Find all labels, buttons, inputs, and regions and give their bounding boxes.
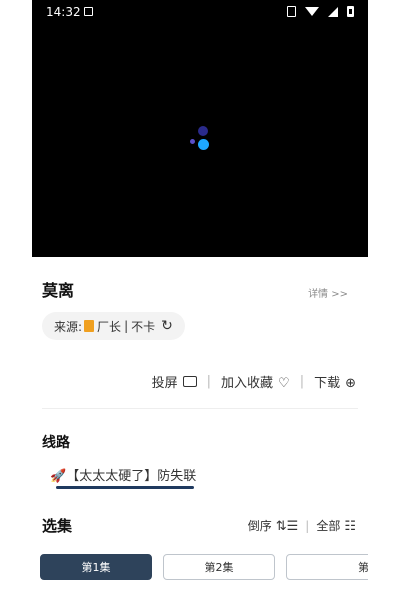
section-divider bbox=[42, 408, 358, 409]
source-separator: | bbox=[124, 319, 129, 333]
episodes-heading: 选集 bbox=[42, 517, 73, 535]
notification-icon bbox=[84, 7, 93, 16]
favorite-button[interactable]: 加入收藏 ♡ bbox=[221, 372, 290, 391]
wifi-icon bbox=[305, 7, 319, 16]
download-label: 下载 bbox=[314, 376, 341, 391]
cast-button[interactable]: 投屏 bbox=[152, 372, 197, 391]
video-player[interactable]: 14:32 bbox=[32, 0, 368, 257]
action-bar: 投屏 | 加入收藏 ♡ | 下载 ⊕ bbox=[152, 372, 356, 391]
route-item-label: 【太太太硬了】防失联 bbox=[66, 469, 197, 484]
source-name: 厂长 bbox=[97, 319, 122, 334]
rocket-icon: 🚀 bbox=[50, 469, 67, 484]
phone-screen: 14:32 莫离 详情 >> 来源: 厂长 | 不卡 ↻ 投屏 | 加入收藏 ♡… bbox=[32, 0, 368, 600]
all-episodes-button[interactable]: 全部 ☷ bbox=[316, 517, 356, 534]
status-bar: 14:32 bbox=[32, 0, 368, 24]
heart-icon: ♡ bbox=[278, 376, 290, 391]
cast-icon bbox=[182, 376, 197, 387]
divider-bar: | bbox=[305, 518, 310, 533]
source-prefix: 来源: bbox=[54, 319, 83, 334]
status-icons bbox=[287, 6, 354, 17]
sort-button[interactable]: 倒序 ⇅☰ bbox=[248, 517, 299, 534]
status-time: 14:32 bbox=[46, 5, 81, 19]
detail-link[interactable]: 详情 >> bbox=[308, 285, 348, 300]
download-button[interactable]: 下载 ⊕ bbox=[314, 372, 356, 391]
refresh-icon[interactable]: ↻ bbox=[161, 318, 173, 334]
episode-button[interactable]: 第3集 bbox=[286, 554, 368, 580]
battery-icon bbox=[347, 6, 354, 17]
episode-button[interactable]: 第2集 bbox=[163, 554, 275, 580]
favorite-label: 加入收藏 bbox=[221, 376, 274, 391]
list-icon: ☷ bbox=[344, 519, 356, 534]
route-selected-indicator bbox=[56, 486, 194, 489]
source-speed: 不卡 bbox=[131, 319, 156, 334]
divider-bar: | bbox=[299, 374, 305, 389]
episode-button[interactable]: 第1集 bbox=[40, 554, 152, 580]
signal-icon bbox=[328, 6, 338, 17]
download-icon: ⊕ bbox=[345, 376, 356, 391]
screen-icon bbox=[287, 6, 296, 17]
show-title: 莫离 bbox=[42, 281, 75, 300]
sort-label: 倒序 bbox=[247, 519, 272, 533]
all-label: 全部 bbox=[316, 519, 341, 533]
route-item[interactable]: 🚀【太太太硬了】防失联 bbox=[50, 465, 196, 484]
episode-list: 第1集 第2集 第3集 bbox=[40, 554, 368, 580]
route-heading: 线路 bbox=[42, 435, 70, 451]
cast-label: 投屏 bbox=[151, 376, 178, 391]
loading-spinner-icon bbox=[190, 126, 218, 154]
source-selector[interactable]: 来源: 厂长 | 不卡 ↻ bbox=[42, 312, 185, 340]
sort-icon: ⇅☰ bbox=[275, 519, 299, 534]
episode-tools: 倒序 ⇅☰ | 全部 ☷ bbox=[248, 517, 356, 535]
book-icon bbox=[84, 320, 95, 332]
divider-bar: | bbox=[206, 374, 212, 389]
